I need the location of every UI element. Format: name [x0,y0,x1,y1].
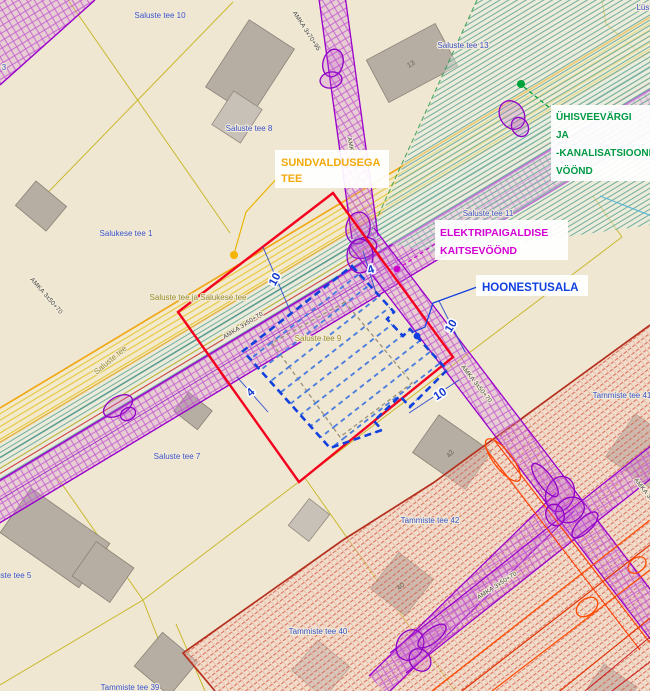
map-label: Saluste tee 9 [295,334,342,343]
annotation-line: HOONESTUSALA [482,282,578,294]
map-label: Saluste tee 7 [154,452,201,461]
annotation-hoonestusala: HOONESTUSALA [476,275,588,296]
map-label: Lüst [636,3,650,12]
electric-marker-dot [394,266,400,272]
hoonestusala-marker-dot [414,333,421,340]
map-label: Tammiste tee 41 [593,391,650,400]
annotation-line: VÖÖND [556,164,593,177]
annotation-line: SUNDVALDUSEGA [281,157,380,169]
map-label: Salukese tee 1 [100,229,153,238]
map-label: Saluste tee 11 [463,209,514,218]
plan-map: Saluste tee 10 Saluste tee 13 Saluste tee … [0,0,650,691]
annotation-line: TEE [281,173,302,185]
map-label: Saluste tee 5 [0,571,32,580]
map-label: Saluste tee 8 [226,124,273,133]
map-label: Tammiste tee 39 [101,683,160,691]
annotation-line: JA [556,130,569,141]
annotation-sundvaldusega-tee: SUNDVALDUSEGA TEE [275,150,389,188]
map-label: Saluste tee 10 [134,11,186,20]
annotation-line: ÜHISVEEVÄRGI [556,110,632,123]
road-marker-dot [230,251,238,259]
plan-map-stage: Saluste tee 10 Saluste tee 13 Saluste tee … [0,0,650,691]
map-label: Saluste tee 13 [437,41,489,50]
annotation-line: ELEKTRIPAIGALDISE [440,227,548,239]
annotation-uhisveevargi: ÜHISVEEVÄRGI JA -KANALISATSIOONI VÖÖND [551,105,650,181]
water-marker-dot [517,80,525,88]
map-label: Saluste tee ja Salukese tee [150,293,248,302]
map-label: 3 [2,63,7,72]
annotation-line: KAITSEVÖÖND [440,244,517,257]
map-label: Tammiste tee 42 [401,516,460,525]
annotation-line: -KANALISATSIOONI [556,148,650,159]
annotation-elektripaigaldise: ELEKTRIPAIGALDISE KAITSEVÖÖND [435,220,568,260]
map-label: Tammiste tee 40 [289,627,348,636]
